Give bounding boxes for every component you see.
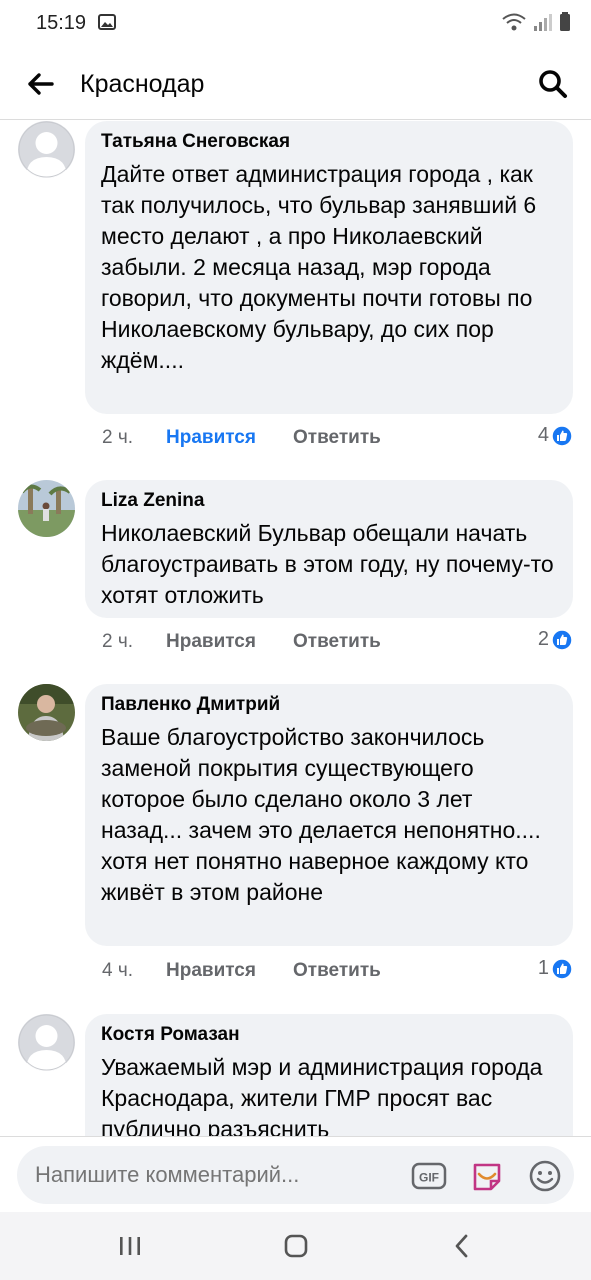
status-icons [501, 12, 571, 37]
reaction-count[interactable]: 4 [538, 424, 573, 447]
status-time: 15:19 [36, 12, 87, 34]
sticker-button[interactable] [469, 1158, 505, 1194]
back-button[interactable] [22, 66, 58, 102]
comment-author[interactable]: Костя Ромазан [101, 1024, 557, 1046]
composer-field[interactable]: GIF [17, 1146, 574, 1204]
user-photo-icon [18, 480, 75, 537]
signal-icon [533, 12, 553, 37]
comment-author[interactable]: Татьяна Снеговская [101, 131, 557, 153]
comment-text: Николаевский Бульвар обещали начать благ… [101, 520, 554, 608]
reaction-number: 1 [537, 957, 549, 979]
comment-actions: 2 ч. Нравится Ответить [102, 427, 381, 449]
status-bar: 15:19 [0, 0, 591, 48]
nav-back-icon [455, 1234, 468, 1258]
default-avatar-icon [18, 121, 75, 178]
gif-icon: GIF [411, 1162, 447, 1190]
comment-time[interactable]: 2 ч. [102, 427, 166, 449]
comment-time[interactable]: 4 ч. [102, 960, 166, 982]
reply-button[interactable]: Ответить [293, 427, 381, 449]
battery-icon [559, 12, 571, 37]
like-reaction-icon [551, 628, 573, 651]
emoji-icon [529, 1160, 561, 1192]
like-button[interactable]: Нравится [166, 960, 293, 982]
comment-input[interactable] [35, 1162, 395, 1188]
top-app-bar: Краснодар [0, 48, 591, 120]
like-reaction-icon [551, 957, 573, 980]
comment-text: Уважаемый мэр и администрация города Кра… [101, 1054, 543, 1136]
page-title: Краснодар [80, 70, 205, 98]
comment-bubble[interactable]: Павленко Дмитрий Ваше благоустройство за… [85, 684, 573, 946]
system-back-button[interactable] [444, 1230, 480, 1262]
gif-button[interactable]: GIF [411, 1158, 447, 1194]
reply-button[interactable]: Ответить [293, 631, 381, 653]
search-button[interactable] [535, 66, 571, 102]
search-icon [539, 70, 567, 98]
avatar[interactable] [18, 480, 75, 537]
reply-button[interactable]: Ответить [293, 960, 381, 982]
back-arrow-icon [28, 73, 54, 95]
reaction-count[interactable]: 2 [538, 628, 573, 651]
home-icon [284, 1234, 308, 1258]
like-reaction-icon [551, 424, 573, 447]
svg-text:GIF: GIF [419, 1171, 439, 1185]
comment-bubble[interactable]: Татьяна Снеговская Дайте ответ администр… [85, 121, 573, 414]
emoji-button[interactable] [527, 1158, 563, 1194]
reaction-count[interactable]: 1 [538, 957, 573, 980]
sticker-icon [473, 1163, 501, 1191]
comment-actions: 4 ч. Нравится Ответить [102, 960, 381, 982]
user-photo-icon [18, 684, 75, 741]
wifi-icon [501, 12, 527, 37]
default-avatar-icon [18, 1014, 75, 1071]
avatar[interactable] [18, 684, 75, 741]
comments-list[interactable]: Татьяна Снеговская Дайте ответ администр… [0, 121, 591, 1136]
comment-author[interactable]: Павленко Дмитрий [101, 694, 557, 716]
comment-time[interactable]: 2 ч. [102, 631, 166, 653]
system-navigation-bar [0, 1212, 591, 1280]
avatar[interactable] [18, 1014, 75, 1071]
comment-composer: GIF [0, 1136, 591, 1212]
recent-apps-button[interactable] [112, 1230, 148, 1262]
avatar[interactable] [18, 121, 75, 178]
comment-bubble[interactable]: Liza Zenina Николаевский Бульвар обещали… [85, 480, 573, 618]
like-button[interactable]: Нравится [166, 427, 293, 449]
home-button[interactable] [278, 1230, 314, 1262]
comment-text: Дайте ответ администрация города , как т… [101, 161, 537, 373]
recent-apps-icon [120, 1237, 140, 1255]
comment-text: Ваше благоустройство закончилось заменой… [101, 724, 541, 905]
comment-author[interactable]: Liza Zenina [101, 490, 557, 512]
gallery-notification-icon [98, 14, 116, 35]
comment-actions: 2 ч. Нравится Ответить [102, 631, 381, 653]
like-button[interactable]: Нравится [166, 631, 293, 653]
reaction-number: 4 [537, 424, 549, 446]
reaction-number: 2 [537, 628, 549, 650]
comment-bubble[interactable]: Костя Ромазан Уважаемый мэр и администра… [85, 1014, 573, 1136]
